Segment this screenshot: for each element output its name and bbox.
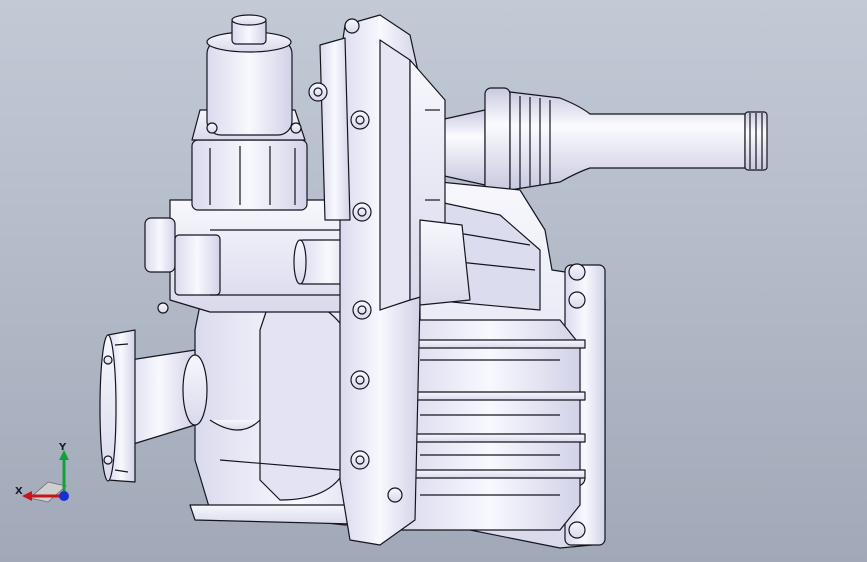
x-axis-label: X	[15, 486, 23, 497]
z-axis-dot-icon	[59, 491, 69, 501]
view-orientation-triad[interactable]: X Y	[8, 440, 78, 506]
cad-viewport[interactable]: X Y	[0, 0, 867, 562]
transmission-model[interactable]	[0, 0, 867, 562]
y-axis-label: Y	[59, 442, 67, 453]
actuator-motor[interactable]	[191, 14, 308, 211]
input-flange[interactable]	[99, 329, 208, 483]
output-shaft[interactable]	[439, 87, 768, 193]
ribbed-gear-case[interactable]	[399, 319, 586, 531]
